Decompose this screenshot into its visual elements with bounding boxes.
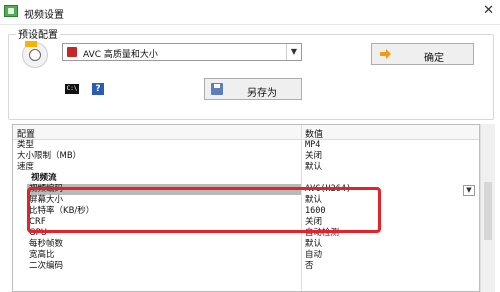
row-name: 速度 (17, 162, 35, 172)
grid-row[interactable]: 速度 默认 (13, 162, 479, 173)
arrow-right-icon (380, 49, 391, 59)
save-icon (211, 83, 223, 95)
row-name: 二次编码 (29, 261, 64, 271)
row-value[interactable]: 否 (305, 261, 314, 272)
grid-row[interactable]: 大小限制（MB） 关闭 (13, 151, 479, 162)
row-name: 每秒帧数 (29, 239, 64, 249)
app-icon (4, 5, 18, 17)
save-as-button-label: 另存为 (247, 88, 277, 99)
grid-row[interactable]: 二次编码 否 (13, 261, 479, 272)
row-value[interactable]: 默认 (305, 162, 322, 173)
preset-selected-value: AVC 高质量和大小 (83, 50, 158, 60)
preset-dropdown[interactable]: AVC 高质量和大小 ▼ (62, 43, 302, 61)
grid-group-row[interactable]: 视频流 (13, 173, 479, 184)
scrollbar-thumb[interactable] (484, 182, 492, 240)
preset-logo-icon (22, 41, 48, 68)
grid-row[interactable]: 类型 MP4 (13, 140, 479, 151)
grid-row[interactable]: 宽高比 自动 (13, 250, 479, 261)
title-bar: 视频设置 ✕ (0, 0, 500, 25)
highlight-annotation (27, 187, 381, 233)
grid-row[interactable]: 每秒帧数 默认 (13, 239, 479, 250)
command-prompt-icon[interactable]: C:\ (65, 84, 79, 94)
help-icon[interactable]: ? (92, 83, 104, 95)
row-value[interactable]: MP4 (305, 140, 320, 151)
preset-group-label: 预设配置 (16, 26, 60, 41)
save-as-button[interactable]: 另存为 (204, 78, 302, 100)
grid-header-value: 数值 (305, 130, 324, 140)
row-name: 大小限制（MB） (17, 151, 82, 161)
vertical-scrollbar[interactable] (480, 124, 495, 292)
close-button[interactable]: ✕ (483, 4, 494, 18)
film-icon (67, 47, 77, 57)
grid-header: 配置 数值 (13, 125, 479, 140)
row-name: 宽高比 (29, 250, 55, 260)
window-title: 视频设置 (24, 10, 64, 21)
confirm-button[interactable]: 确定 (371, 43, 474, 65)
group-row-name: 视频流 (31, 173, 57, 183)
row-value[interactable]: 自动 (305, 250, 322, 261)
row-value[interactable]: 默认 (305, 239, 322, 250)
chevron-down-icon[interactable]: ▼ (286, 44, 301, 60)
row-value[interactable]: 关闭 (305, 151, 322, 162)
grid-header-name: 配置 (17, 130, 36, 140)
confirm-button-label: 确定 (424, 53, 444, 64)
row-name: 类型 (17, 140, 35, 150)
